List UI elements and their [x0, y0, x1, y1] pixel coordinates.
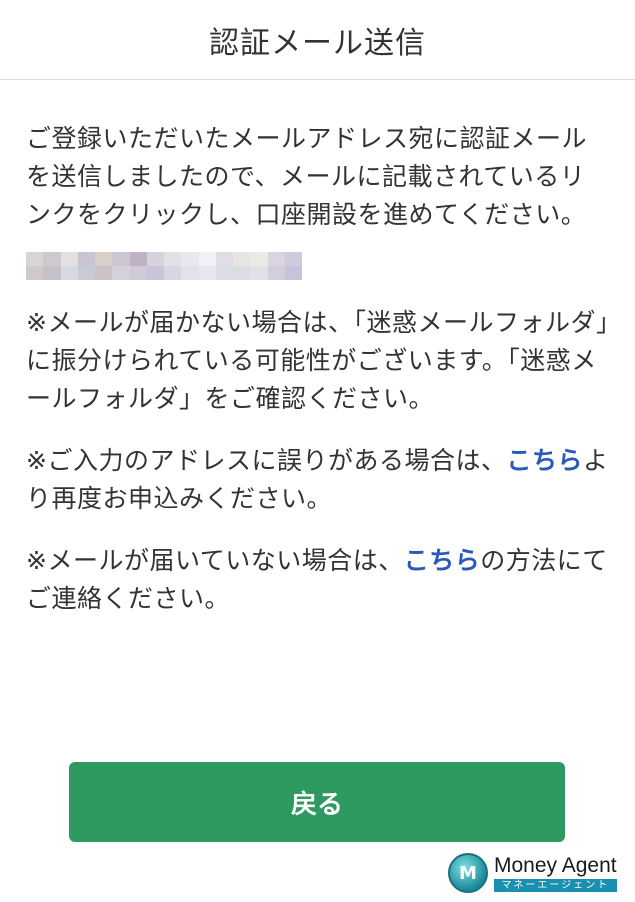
wrong-address-note: ※ご入力のアドレスに誤りがある場合は、こちらより再度お申込みください。: [26, 442, 609, 518]
not-received-note: ※メールが届いていない場合は、こちらの方法にてご連絡ください。: [26, 542, 609, 618]
wrong-address-note-prefix: ※ご入力のアドレスに誤りがある場合は、: [26, 446, 507, 475]
not-received-note-prefix: ※メールが届いていない場合は、: [26, 546, 404, 575]
brand-kana: マネーエージェント: [494, 878, 617, 892]
spam-folder-note: ※メールが届かない場合は、「迷惑メールフォルダ」に振分けられている可能性がござい…: [26, 308, 609, 413]
brand-name: Money Agent: [494, 853, 617, 877]
contact-method-link[interactable]: こちら: [404, 546, 481, 575]
header: 認証メール送信: [0, 0, 635, 80]
brand-text: Money Agent マネーエージェント: [494, 853, 617, 892]
brand-logo: M Money Agent マネーエージェント: [448, 852, 617, 894]
money-agent-logo-icon: M: [448, 853, 488, 893]
reapply-link[interactable]: こちら: [506, 446, 583, 475]
intro-text: ご登録いただいたメールアドレス宛に認証メールを送信しましたので、メールに記載され…: [26, 124, 588, 229]
main-content: ご登録いただいたメールアドレス宛に認証メールを送信しましたので、メールに記載され…: [0, 80, 635, 618]
page-title: 認証メール送信: [209, 25, 426, 61]
back-button[interactable]: 戻る: [69, 762, 565, 842]
masked-email-address: [26, 252, 302, 280]
